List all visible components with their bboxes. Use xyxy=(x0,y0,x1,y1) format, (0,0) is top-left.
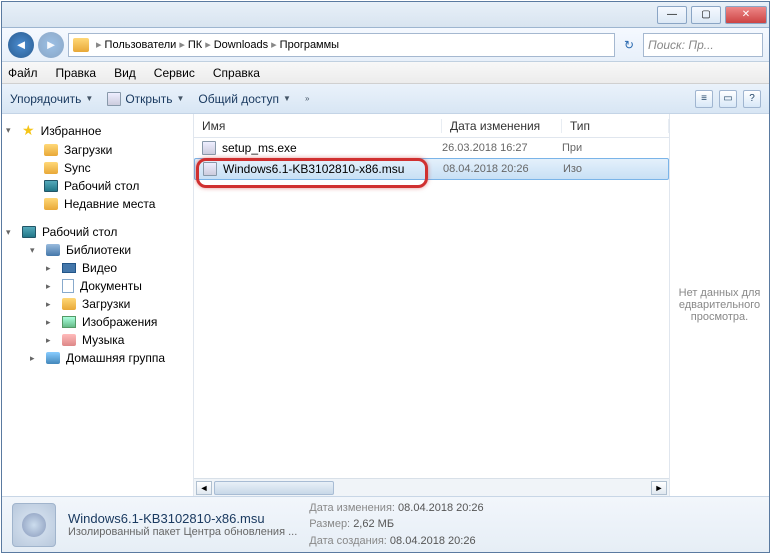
desktop-icon xyxy=(22,226,36,238)
star-icon: ★ xyxy=(22,122,35,139)
sidebar-homegroup[interactable]: ▸Домашняя группа xyxy=(2,349,193,367)
folder-icon xyxy=(44,144,58,156)
desktop-icon xyxy=(44,180,58,192)
document-icon xyxy=(62,279,74,293)
music-icon xyxy=(62,334,76,346)
video-icon xyxy=(62,263,76,273)
menu-edit[interactable]: Правка xyxy=(56,66,97,80)
exe-icon xyxy=(202,141,216,155)
toolbar: Упорядочить ▼ Открыть ▼ Общий доступ ▼ »… xyxy=(2,84,769,114)
sidebar-downloads[interactable]: Загрузки xyxy=(2,141,193,159)
menu-view[interactable]: Вид xyxy=(114,66,136,80)
close-button[interactable]: ✕ xyxy=(725,6,767,24)
more-button[interactable]: » xyxy=(305,94,309,103)
menu-help[interactable]: Справка xyxy=(213,66,260,80)
forward-button[interactable]: ► xyxy=(38,32,64,58)
refresh-button[interactable]: ↻ xyxy=(619,35,639,55)
sidebar-libraries[interactable]: ▾Библиотеки xyxy=(2,241,193,259)
column-headers: Имя Дата изменения Тип xyxy=(194,114,669,138)
sidebar-documents[interactable]: ▸Документы xyxy=(2,277,193,295)
sidebar-videos[interactable]: ▸Видео xyxy=(2,259,193,277)
folder-icon xyxy=(44,162,58,174)
open-icon xyxy=(107,92,121,106)
minimize-button[interactable]: — xyxy=(657,6,687,24)
view-options-button[interactable]: ≡ xyxy=(695,90,713,108)
breadcrumb-item[interactable]: ПК xyxy=(188,39,202,51)
breadcrumb-item[interactable]: Программы xyxy=(280,39,339,51)
column-type[interactable]: Тип xyxy=(562,119,669,133)
status-metadata: Дата изменения: 08.04.2018 20:26 Размер:… xyxy=(309,500,483,550)
horizontal-scrollbar[interactable]: ◄ ► xyxy=(194,478,669,496)
file-row-selected[interactable]: Windows6.1-KB3102810-x86.msu 08.04.2018 … xyxy=(194,158,669,180)
scroll-right-button[interactable]: ► xyxy=(651,481,667,495)
network-icon xyxy=(46,352,60,364)
preview-pane: Нет данных для едварительного просмотра. xyxy=(669,114,769,496)
breadcrumb-item[interactable]: Пользователи xyxy=(105,39,177,51)
menu-tools[interactable]: Сервис xyxy=(154,66,195,80)
share-button[interactable]: Общий доступ ▼ xyxy=(198,92,291,106)
sidebar: ▾★Избранное Загрузки Sync Рабочий стол Н… xyxy=(2,114,194,496)
libraries-icon xyxy=(46,244,60,256)
sidebar-recent[interactable]: Недавние места xyxy=(2,195,193,213)
preview-pane-button[interactable]: ▭ xyxy=(719,90,737,108)
image-icon xyxy=(62,316,76,328)
breadcrumb[interactable]: ▸ Пользователи ▸ ПК ▸ Downloads ▸ Програ… xyxy=(68,33,615,57)
maximize-button[interactable]: ▢ xyxy=(691,6,721,24)
back-button[interactable]: ◄ xyxy=(8,32,34,58)
help-button[interactable]: ? xyxy=(743,90,761,108)
status-text: Windows6.1-KB3102810-x86.msu Изолированн… xyxy=(68,511,297,538)
column-date[interactable]: Дата изменения xyxy=(442,119,562,133)
folder-icon xyxy=(62,298,76,310)
file-row[interactable]: setup_ms.exe 26.03.2018 16:27 При xyxy=(194,138,669,158)
sidebar-sync[interactable]: Sync xyxy=(2,159,193,177)
sidebar-desktop-root[interactable]: ▾Рабочий стол xyxy=(2,223,193,241)
content-area: ▾★Избранное Загрузки Sync Рабочий стол Н… xyxy=(2,114,769,496)
breadcrumb-item[interactable]: Downloads xyxy=(214,39,268,51)
open-button[interactable]: Открыть ▼ xyxy=(107,92,184,106)
file-thumbnail-icon xyxy=(12,503,56,547)
status-bar: Windows6.1-KB3102810-x86.msu Изолированн… xyxy=(2,496,769,552)
sidebar-desktop[interactable]: Рабочий стол xyxy=(2,177,193,195)
nav-bar: ◄ ► ▸ Пользователи ▸ ПК ▸ Downloads ▸ Пр… xyxy=(2,28,769,62)
scroll-left-button[interactable]: ◄ xyxy=(196,481,212,495)
msu-icon xyxy=(203,162,217,176)
sidebar-favorites[interactable]: ▾★Избранное xyxy=(2,120,193,141)
file-list[interactable]: setup_ms.exe 26.03.2018 16:27 При Window… xyxy=(194,138,669,478)
explorer-window: — ▢ ✕ ◄ ► ▸ Пользователи ▸ ПК ▸ Download… xyxy=(1,1,770,553)
organize-button[interactable]: Упорядочить ▼ xyxy=(10,92,93,106)
sidebar-music[interactable]: ▸Музыка xyxy=(2,331,193,349)
file-area: Имя Дата изменения Тип setup_ms.exe 26.0… xyxy=(194,114,669,496)
column-name[interactable]: Имя xyxy=(194,119,442,133)
folder-icon xyxy=(44,198,58,210)
titlebar: — ▢ ✕ xyxy=(2,2,769,28)
sidebar-downloads2[interactable]: ▸Загрузки xyxy=(2,295,193,313)
sidebar-images[interactable]: ▸Изображения xyxy=(2,313,193,331)
scroll-thumb[interactable] xyxy=(214,481,334,495)
menu-bar: Файл Правка Вид Сервис Справка xyxy=(2,62,769,84)
menu-file[interactable]: Файл xyxy=(8,66,38,80)
folder-icon xyxy=(73,38,89,52)
search-input[interactable]: Поиск: Пр... xyxy=(643,33,763,57)
